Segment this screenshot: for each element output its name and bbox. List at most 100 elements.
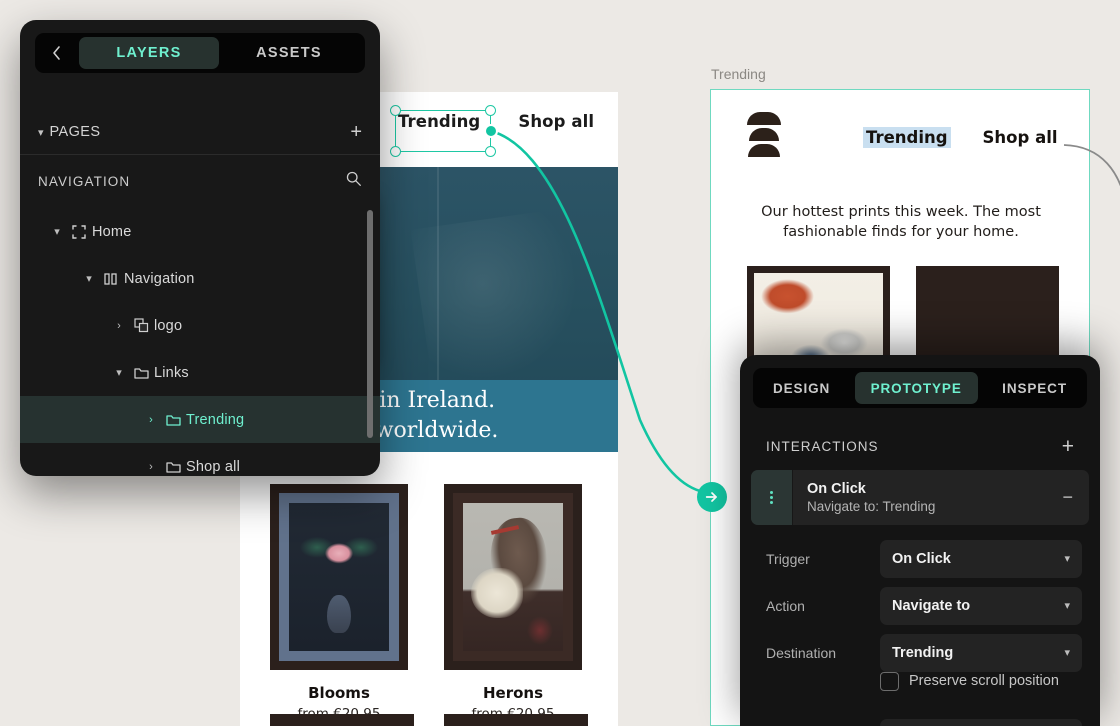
resize-handle-bottom-left[interactable]: [390, 146, 401, 157]
field-trigger: Trigger On Click ▾: [740, 535, 1100, 582]
action-select[interactable]: Navigate to ▾: [880, 586, 1082, 625]
navigation-section-header: NAVIGATION: [20, 164, 380, 198]
chevron-down-icon: ▾: [38, 126, 44, 139]
layer-row-logo[interactable]: › logo: [20, 302, 380, 349]
search-icon[interactable]: [345, 170, 362, 192]
product-frame: [270, 484, 408, 670]
product-card-partial[interactable]: [444, 714, 588, 726]
image-icon: [128, 318, 154, 333]
heron-rock: [527, 615, 553, 646]
resize-handle-bottom-right[interactable]: [485, 146, 496, 157]
layer-name: Shop all: [186, 458, 240, 475]
field-label-destination: Destination: [766, 644, 837, 661]
trigger-select[interactable]: On Click ▾: [880, 539, 1082, 578]
back-chevron-icon[interactable]: [35, 33, 79, 73]
layers-panel-tabbar: LAYERS ASSETS: [35, 33, 365, 73]
destination-value: Trending: [892, 644, 954, 661]
chevron-down-icon: ▾: [1064, 647, 1070, 659]
divider: [20, 154, 380, 155]
folder-icon: [160, 460, 186, 474]
folder-icon: [128, 366, 154, 380]
preserve-scroll-checkbox[interactable]: [880, 672, 899, 691]
trending-nav-link-shop-all[interactable]: Shop all: [983, 128, 1058, 147]
layer-row-shop-all[interactable]: › Shop all: [20, 443, 380, 476]
field-action: Action Navigate to ▾: [740, 582, 1100, 629]
chevron-down-icon: ▾: [1064, 600, 1070, 612]
layer-name: logo: [154, 317, 183, 334]
stacked-arches-logo-icon: [747, 112, 781, 158]
layer-name: Links: [154, 364, 189, 381]
resize-handle-top-left[interactable]: [390, 105, 401, 116]
trigger-value: On Click: [892, 550, 951, 567]
product-artwork-herons: [463, 503, 563, 651]
pages-label: PAGES: [49, 124, 101, 140]
connector-end-arrow-icon[interactable]: [697, 482, 727, 512]
prototype-panel-tabbar: DESIGN PROTOTYPE INSPECT: [753, 368, 1087, 408]
plus-icon[interactable]: +: [1062, 436, 1074, 457]
tab-design[interactable]: DESIGN: [757, 372, 846, 404]
trending-nav-links: Trending Shop all: [863, 127, 1058, 148]
plus-icon[interactable]: +: [350, 122, 362, 142]
layers-scrollbar[interactable]: [367, 210, 373, 438]
action-value: Navigate to: [892, 597, 971, 614]
preserve-scroll-checkbox-row[interactable]: Preserve scroll position: [880, 671, 1100, 692]
folder-icon: [160, 413, 186, 427]
field-destination: Destination Trending ▾: [740, 629, 1100, 676]
layer-name: Home: [92, 223, 132, 240]
layer-row-trending[interactable]: › Trending: [20, 396, 380, 443]
product-card[interactable]: Herons from €20.95: [444, 484, 582, 722]
prototype-panel[interactable]: DESIGN PROTOTYPE INSPECT INTERACTIONS + …: [740, 355, 1100, 726]
component-icon: [98, 272, 124, 286]
layer-tree[interactable]: ▾ Home ▾ Navigation › logo ▾ Links › Tre…: [20, 208, 380, 476]
chevron-right-icon[interactable]: ›: [142, 414, 160, 426]
interaction-subtitle: Navigate to: Trending: [807, 499, 936, 514]
frame-icon: [66, 224, 92, 239]
minus-icon[interactable]: −: [1062, 487, 1073, 508]
product-title: Blooms: [308, 684, 370, 702]
interaction-card-text: On Click Navigate to: Trending: [793, 481, 935, 514]
selection-bounding-box[interactable]: [390, 105, 496, 157]
preserve-scroll-label: Preserve scroll position: [909, 673, 1059, 689]
product-artwork-blooms: [289, 503, 389, 651]
navigation-label: NAVIGATION: [38, 173, 131, 189]
product-grid-row-2: [240, 714, 618, 726]
frame-label-trending[interactable]: Trending: [711, 66, 766, 82]
product-mat: [453, 493, 573, 661]
product-card-partial[interactable]: [270, 714, 414, 726]
chevron-right-icon[interactable]: ›: [142, 461, 160, 473]
tab-prototype[interactable]: PROTOTYPE: [854, 372, 978, 404]
layer-row-navigation[interactable]: ▾ Navigation: [20, 255, 380, 302]
next-field-partial[interactable]: [880, 719, 1082, 726]
interactions-label: INTERACTIONS: [766, 438, 879, 454]
pages-section-header[interactable]: ▾ PAGES +: [20, 114, 380, 150]
interaction-title: On Click: [807, 481, 866, 497]
field-label-trigger: Trigger: [766, 550, 810, 567]
destination-select[interactable]: Trending ▾: [880, 633, 1082, 672]
resize-handle-top-right[interactable]: [485, 105, 496, 116]
layer-name: Navigation: [124, 270, 195, 287]
drag-handle-icon[interactable]: [751, 470, 793, 525]
product-title: Herons: [482, 684, 544, 702]
product-grid: Blooms from €20.95: [240, 452, 618, 722]
layer-row-home[interactable]: ▾ Home: [20, 208, 380, 255]
connector-start-handle[interactable]: [484, 124, 498, 138]
chevron-down-icon[interactable]: ▾: [80, 272, 98, 285]
home-nav-link-shop-all[interactable]: Shop all: [518, 112, 594, 131]
layer-row-links[interactable]: ▾ Links: [20, 349, 380, 396]
tab-layers[interactable]: LAYERS: [79, 37, 219, 69]
layers-panel[interactable]: LAYERS ASSETS ▾ PAGES + NAVIGATION ▾ Hom…: [20, 20, 380, 476]
interactions-section-header: INTERACTIONS +: [740, 429, 1100, 463]
chevron-down-icon[interactable]: ▾: [48, 225, 66, 238]
interaction-card[interactable]: On Click Navigate to: Trending −: [751, 470, 1089, 525]
chevron-down-icon[interactable]: ▾: [110, 366, 128, 379]
hero-wall-shadow: [411, 208, 591, 389]
product-frame: [444, 484, 582, 670]
chevron-down-icon: ▾: [1064, 553, 1070, 565]
trending-nav-link-trending[interactable]: Trending: [863, 127, 951, 148]
trending-subtitle: Our hottest prints this week. The most f…: [761, 204, 1041, 240]
heron-shape-small: [471, 568, 523, 619]
chevron-right-icon[interactable]: ›: [110, 320, 128, 332]
tab-inspect[interactable]: INSPECT: [986, 372, 1083, 404]
product-card[interactable]: Blooms from €20.95: [270, 484, 408, 722]
tab-assets[interactable]: ASSETS: [219, 37, 359, 69]
